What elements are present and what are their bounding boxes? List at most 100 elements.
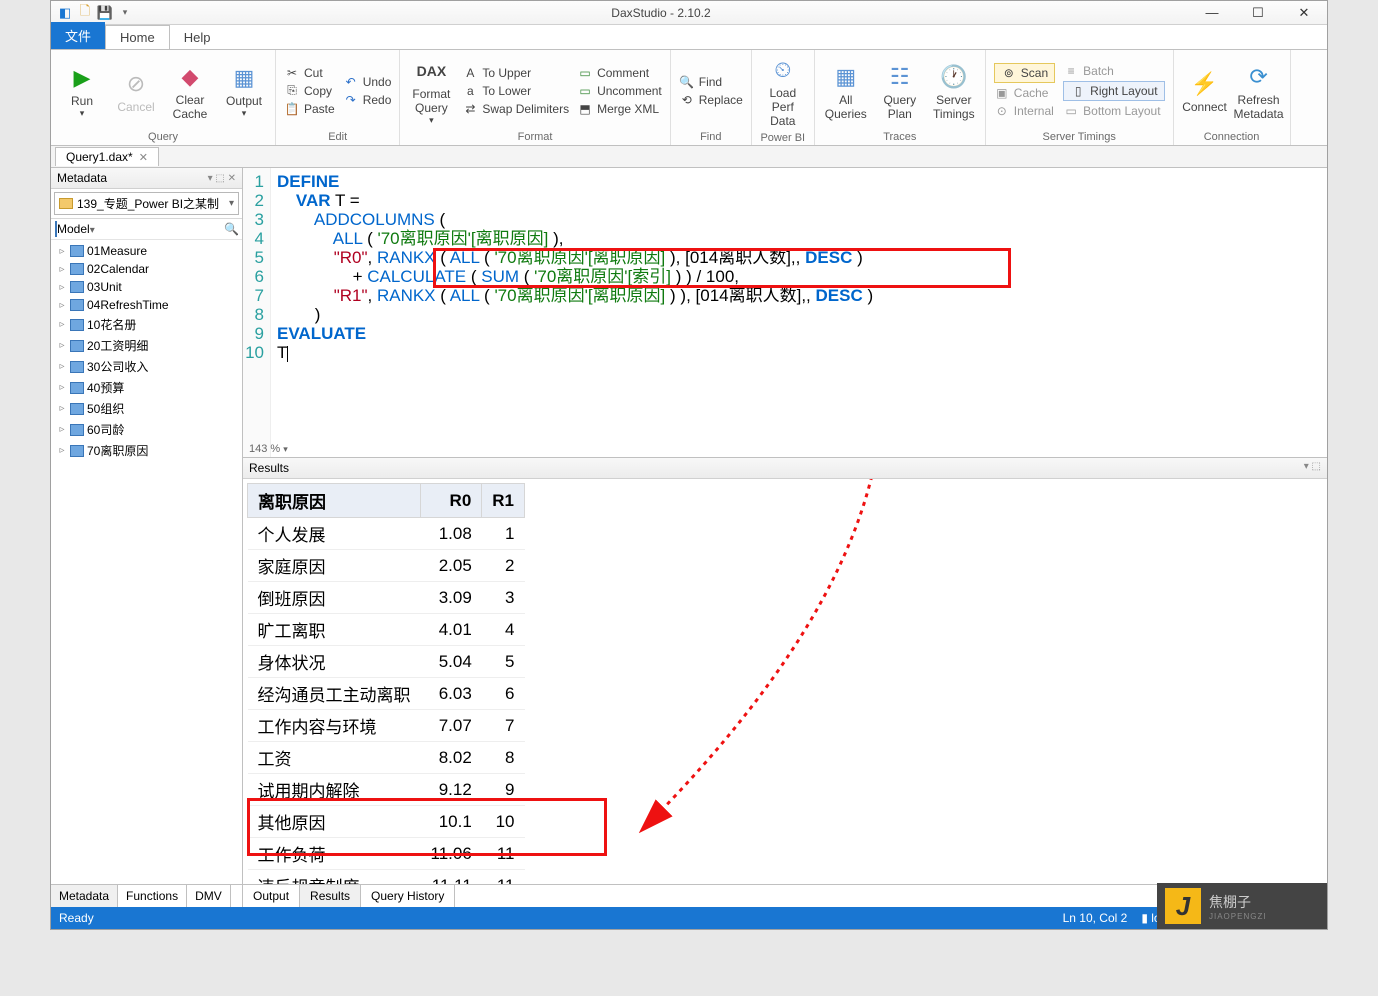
model-selector[interactable]: Model▾: [55, 222, 220, 236]
table-icon: [70, 382, 84, 394]
titlebar: ◧ 🗋 💾 ▾ DaxStudio - 2.10.2 — ☐ ✕: [51, 1, 1327, 25]
right-layout-button[interactable]: ▯Right Layout: [1063, 81, 1164, 101]
table-node[interactable]: ▹10花名册: [53, 314, 240, 335]
file-tab[interactable]: 文件: [51, 22, 105, 49]
paste-button[interactable]: 📋Paste: [284, 101, 335, 117]
ribbon: ▶Run▾ ⊘Cancel ◆Clear Cache ▦Output▾ Quer…: [51, 50, 1327, 146]
maximize-button[interactable]: ☐: [1235, 1, 1281, 25]
edit-group-label: Edit: [282, 129, 393, 145]
table-row[interactable]: 违反规章制度11.1111: [248, 870, 525, 885]
zoom-level[interactable]: 143 %▾: [249, 443, 288, 455]
code-editor[interactable]: 12345678910 DEFINE VAR T = ADDCOLUMNS ( …: [243, 168, 1327, 458]
powerbi-group-label: Power BI: [758, 130, 808, 146]
table-row[interactable]: 试用期内解除9.129: [248, 774, 525, 806]
metadata-panel: Metadata▾ ⬚ ✕ 139_专题_Power BI之某制▾ Model▾…: [51, 168, 243, 907]
close-button[interactable]: ✕: [1281, 1, 1327, 25]
query-history-rtab[interactable]: Query History: [361, 885, 455, 907]
watermark-main: 焦棚子: [1209, 892, 1267, 912]
functions-btab[interactable]: Functions: [118, 885, 187, 907]
find-group-label: Find: [677, 129, 745, 145]
col-header[interactable]: 离职原因: [248, 484, 421, 518]
output-button[interactable]: ▦Output▾: [219, 60, 269, 121]
cache-toggle[interactable]: ▣Cache: [994, 85, 1055, 101]
document-tab[interactable]: Query1.dax*✕: [55, 147, 159, 166]
table-row[interactable]: 工作负荷11.0611: [248, 838, 525, 870]
dmv-btab[interactable]: DMV: [187, 885, 231, 907]
find-button[interactable]: 🔍Find: [679, 74, 743, 90]
connect-button[interactable]: ⚡Connect: [1180, 66, 1230, 116]
table-row[interactable]: 家庭原因2.052: [248, 550, 525, 582]
undo-button[interactable]: ↶Undo: [343, 74, 392, 90]
table-icon: [70, 361, 84, 373]
internal-toggle[interactable]: ⊙Internal: [994, 103, 1055, 119]
table-row[interactable]: 倒班原因3.093: [248, 582, 525, 614]
scan-toggle[interactable]: ⊚Scan: [994, 63, 1055, 83]
query-plan-button[interactable]: ☷Query Plan: [875, 59, 925, 123]
status-ready: Ready: [59, 911, 94, 925]
minimize-button[interactable]: —: [1189, 1, 1235, 25]
format-query-button[interactable]: DAXFormat Query▾: [406, 53, 456, 128]
clear-cache-button[interactable]: ◆Clear Cache: [165, 59, 215, 123]
table-row[interactable]: 其他原因10.110: [248, 806, 525, 838]
uncomment-button[interactable]: ▭Uncomment: [577, 83, 662, 99]
tables-tree[interactable]: ▹01Measure▹02Calendar▹03Unit▹04RefreshTi…: [51, 240, 242, 884]
replace-button[interactable]: ⟲Replace: [679, 92, 743, 108]
table-node[interactable]: ▹02Calendar: [53, 260, 240, 278]
table-node[interactable]: ▹40预算: [53, 377, 240, 398]
col-header[interactable]: R1: [482, 484, 525, 518]
load-perf-button[interactable]: ⏲Load Perf Data: [758, 52, 808, 130]
refresh-metadata-button[interactable]: ⟳Refresh Metadata: [1234, 59, 1284, 123]
to-lower-button[interactable]: aTo Lower: [462, 83, 569, 99]
table-row[interactable]: 工资8.028: [248, 742, 525, 774]
swap-delimiters-button[interactable]: ⇄Swap Delimiters: [462, 101, 569, 117]
watermark-sub: JIAOPENGZI: [1209, 912, 1267, 921]
watermark: J 焦棚子 JIAOPENGZI: [1157, 883, 1327, 929]
merge-xml-button[interactable]: ⬒Merge XML: [577, 101, 662, 117]
table-icon: [70, 340, 84, 352]
bottom-layout-button[interactable]: ▭Bottom Layout: [1063, 103, 1164, 119]
table-node[interactable]: ▹30公司收入: [53, 356, 240, 377]
table-row[interactable]: 旷工离职4.014: [248, 614, 525, 646]
batch-toggle[interactable]: ≡Batch: [1063, 63, 1164, 79]
metadata-btab[interactable]: Metadata: [51, 885, 118, 907]
cancel-button[interactable]: ⊘Cancel: [111, 66, 161, 116]
table-row[interactable]: 个人发展1.081: [248, 518, 525, 550]
close-tab-icon[interactable]: ✕: [139, 151, 148, 164]
table-node[interactable]: ▹01Measure: [53, 242, 240, 260]
format-group-label: Format: [406, 129, 663, 145]
table-node[interactable]: ▹50组织: [53, 398, 240, 419]
save-icon[interactable]: 💾: [97, 5, 113, 21]
help-tab[interactable]: Help: [170, 26, 225, 49]
home-tab[interactable]: Home: [105, 25, 170, 49]
run-button[interactable]: ▶Run▾: [57, 60, 107, 121]
server-timings-button[interactable]: 🕐Server Timings: [929, 59, 979, 123]
connection-group-label: Connection: [1180, 129, 1284, 145]
new-icon[interactable]: 🗋: [77, 5, 93, 21]
copy-button[interactable]: ⎘Copy: [284, 83, 335, 99]
table-icon: [70, 403, 84, 415]
table-row[interactable]: 经沟通员工主动离职6.036: [248, 678, 525, 710]
results-rtab[interactable]: Results: [300, 885, 361, 907]
table-row[interactable]: 身体状况5.045: [248, 646, 525, 678]
table-node[interactable]: ▹20工资明细: [53, 335, 240, 356]
search-icon[interactable]: 🔍: [224, 222, 238, 236]
table-icon: [70, 424, 84, 436]
table-icon: [70, 299, 84, 311]
database-selector[interactable]: 139_专题_Power BI之某制▾: [54, 192, 239, 215]
code-area[interactable]: DEFINE VAR T = ADDCOLUMNS ( ALL ( '70离职原…: [271, 168, 1327, 457]
results-grid[interactable]: 离职原因R0R1个人发展1.081家庭原因2.052倒班原因3.093旷工离职4…: [243, 479, 1327, 884]
comment-button[interactable]: ▭Comment: [577, 65, 662, 81]
table-node[interactable]: ▹04RefreshTime: [53, 296, 240, 314]
table-row[interactable]: 工作内容与环境7.077: [248, 710, 525, 742]
table-icon: [70, 319, 84, 331]
qat-dropdown-icon[interactable]: ▾: [117, 5, 133, 21]
table-node[interactable]: ▹70离职原因: [53, 440, 240, 461]
all-queries-button[interactable]: ▦All Queries: [821, 59, 871, 123]
cut-button[interactable]: ✂Cut: [284, 65, 335, 81]
col-header[interactable]: R0: [421, 484, 482, 518]
to-upper-button[interactable]: ATo Upper: [462, 65, 569, 81]
output-rtab[interactable]: Output: [243, 885, 300, 907]
redo-button[interactable]: ↷Redo: [343, 92, 392, 108]
table-node[interactable]: ▹03Unit: [53, 278, 240, 296]
table-node[interactable]: ▹60司龄: [53, 419, 240, 440]
